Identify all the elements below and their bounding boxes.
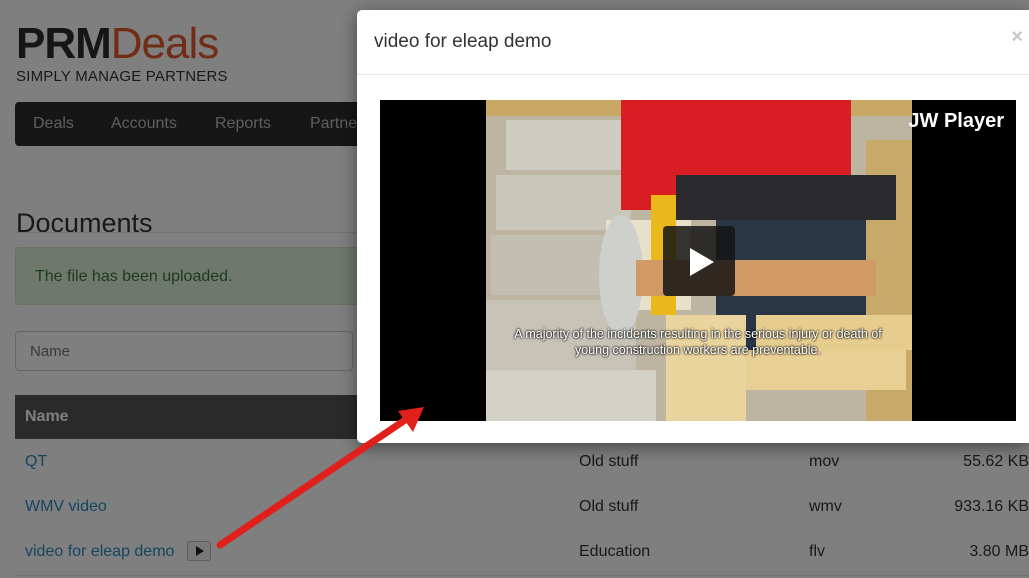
annotation-arrow: [216, 407, 424, 549]
